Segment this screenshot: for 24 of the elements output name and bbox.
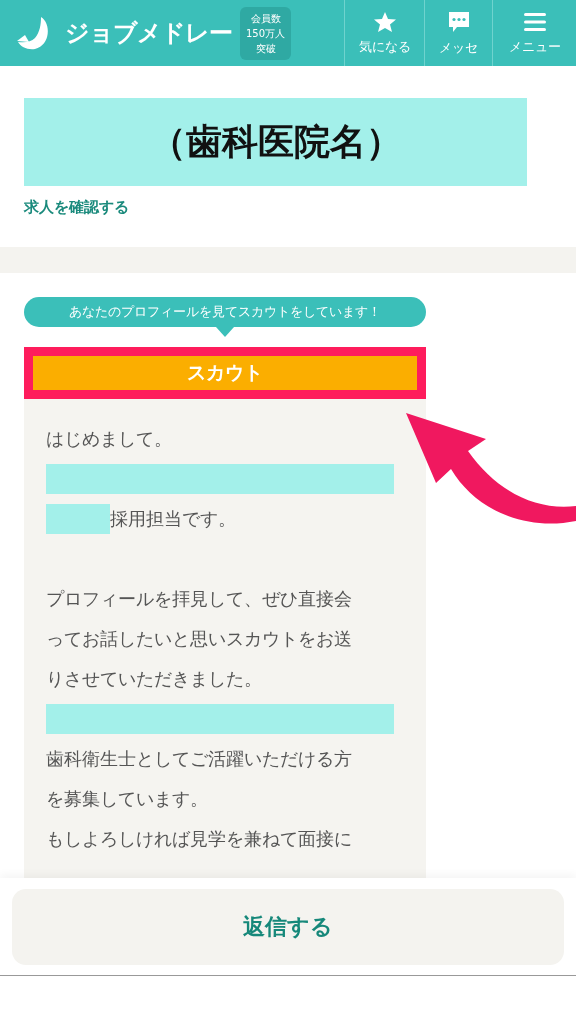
nav-button[interactable]: メニュー (492, 0, 576, 66)
job-link[interactable]: 求人を確認する (24, 198, 552, 217)
redaction-block (46, 504, 110, 534)
message-line: 採用担当です。 (110, 507, 236, 531)
badge-text: 会員数 (250, 11, 281, 26)
message-line: りさせていただきました。 (46, 667, 263, 691)
bubble-tail-icon (216, 327, 234, 337)
nav-button[interactable]: 気になる (344, 0, 424, 66)
nav-button[interactable]: メッセ (424, 0, 492, 66)
clinic-name: （歯科医院名） (24, 98, 527, 186)
badge-text: 突破 (255, 41, 276, 56)
message-line: もしよろしければ見学を兼ねて面接に (46, 827, 353, 851)
chat-icon (446, 9, 471, 34)
scout-label: スカウト (33, 356, 417, 390)
message-line: プロフィールを拝見して、ぜひ直接会 (46, 587, 353, 611)
star-icon (372, 10, 397, 33)
message-line: はじめまして。 (46, 427, 173, 451)
logo-text[interactable]: ジョブメドレー (65, 17, 232, 49)
message-line: を募集しています。 (46, 787, 209, 811)
reply-button[interactable]: 返信する (12, 888, 564, 965)
badge-text: 150万人 (246, 26, 286, 41)
menu-icon (522, 10, 547, 33)
message-line: ってお話したいと思いスカウトをお送 (46, 627, 353, 651)
message-line: 歯科衛生士としてご活躍いただける方 (46, 747, 353, 771)
